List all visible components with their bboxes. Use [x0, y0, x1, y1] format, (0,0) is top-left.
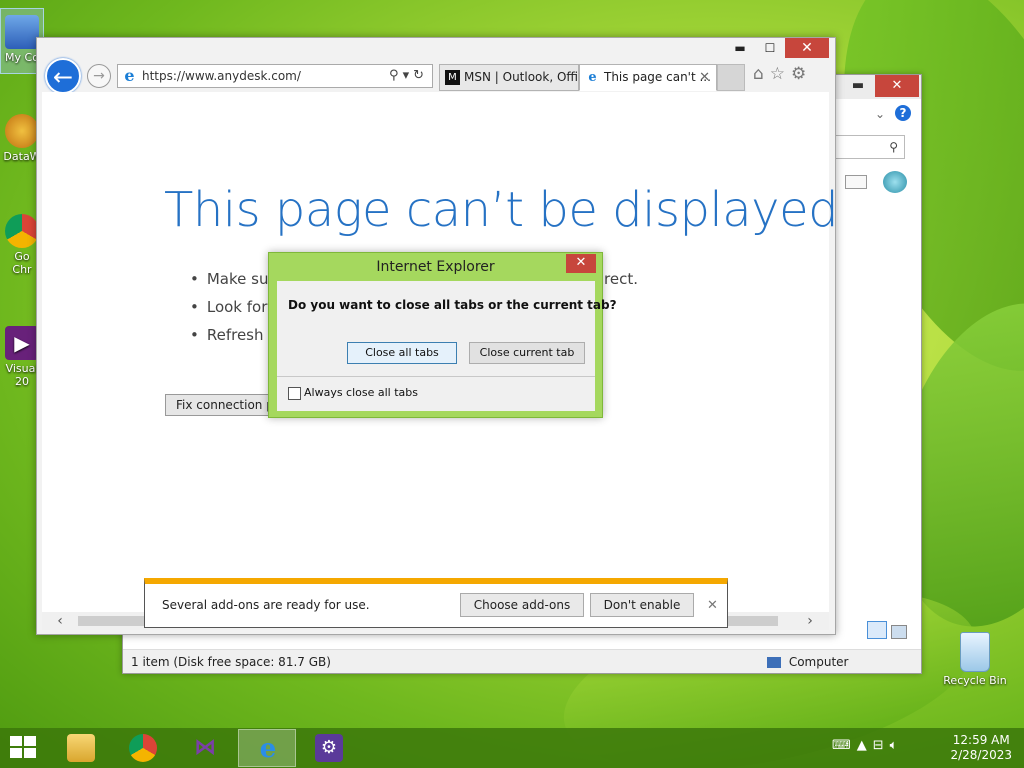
- dialog-question: Do you want to close all tabs or the cur…: [288, 298, 617, 312]
- datawave-icon: [5, 114, 39, 148]
- computer-icon: [5, 15, 39, 49]
- details-layout-icon[interactable]: [867, 621, 887, 639]
- minimize-button[interactable]: ▬: [725, 38, 755, 58]
- recycle-bin-icon: [960, 632, 990, 672]
- tab-this-page[interactable]: e This page can't ... ✕: [579, 64, 717, 91]
- computer-icon: [767, 657, 781, 668]
- favorites-star-icon[interactable]: ☆: [770, 64, 791, 84]
- dialog-title: Internet Explorer: [376, 259, 495, 275]
- windows-logo-icon: [24, 748, 36, 758]
- layout-buttons: [867, 621, 907, 642]
- address-url[interactable]: https://www.anydesk.com/: [142, 69, 301, 83]
- address-bar[interactable]: e https://www.anydesk.com/ ⚲▾↻: [117, 64, 433, 88]
- volume-icon[interactable]: 🔈︎: [890, 738, 904, 753]
- clock-date: 2/28/2023: [950, 748, 1012, 762]
- always-close-label[interactable]: Always close all tabs: [304, 386, 418, 399]
- view-icons: [843, 171, 913, 195]
- start-button[interactable]: [10, 736, 38, 760]
- taskbar-settings[interactable]: ⚙: [300, 729, 358, 767]
- taskbar-internet-explorer[interactable]: e: [238, 729, 296, 767]
- maximize-button[interactable]: ☐: [755, 38, 785, 58]
- divider: [277, 376, 595, 377]
- close-icon: ✕: [575, 255, 587, 270]
- ie-icon: e: [124, 66, 135, 85]
- visual-studio-icon: ⋈: [194, 735, 216, 760]
- taskbar-chrome[interactable]: [114, 729, 172, 767]
- scroll-right-icon[interactable]: ›: [800, 612, 820, 630]
- close-tab-icon[interactable]: ✕: [699, 65, 710, 90]
- forward-button[interactable]: →: [87, 64, 111, 88]
- home-icon[interactable]: ⌂: [753, 64, 770, 84]
- gear-icon[interactable]: ⚙: [791, 64, 812, 84]
- status-location-label: Computer: [788, 655, 849, 669]
- new-tab-button[interactable]: [717, 64, 745, 91]
- close-icon[interactable]: ✕: [707, 598, 718, 613]
- chrome-icon: [129, 734, 157, 762]
- search-icon[interactable]: ⚲: [389, 68, 403, 83]
- gear-icon: ⚙: [315, 734, 343, 762]
- scroll-left-icon[interactable]: ‹: [50, 612, 70, 630]
- windows-logo-icon: [10, 748, 22, 758]
- desktop-icon-recycle-bin[interactable]: Recycle Bin: [940, 632, 1010, 702]
- page-title: This page can’t be displayed: [164, 182, 839, 238]
- ie-icon: e: [588, 70, 597, 85]
- help-icon[interactable]: ?: [895, 105, 911, 121]
- clock-time: 12:59 AM: [952, 733, 1010, 747]
- taskbar-file-explorer[interactable]: [52, 729, 110, 767]
- forward-arrow-icon: →: [93, 68, 105, 84]
- list-item-tail: rect.: [604, 270, 638, 288]
- keyboard-icon[interactable]: ⌨: [832, 738, 857, 753]
- always-close-checkbox[interactable]: [288, 387, 301, 400]
- dialog-body: Do you want to close all tabs or the cur…: [277, 281, 617, 411]
- chevron-down-icon[interactable]: ▾: [403, 68, 414, 83]
- tab-label: This page can't ...: [604, 70, 711, 84]
- address-tools: ⚲▾↻: [389, 68, 428, 83]
- choose-addons-button[interactable]: Choose add-ons: [460, 593, 584, 617]
- windows-logo-icon: [10, 736, 22, 746]
- ie-icon: e: [259, 734, 277, 764]
- dialog-close-button[interactable]: ✕: [566, 254, 596, 273]
- tab-label: MSN | Outlook, Offi...: [464, 70, 579, 84]
- notification-message: Several add-ons are ready for use.: [162, 598, 370, 612]
- status-item-count: 1 item (Disk free space: 81.7 GB): [131, 655, 331, 669]
- close-button[interactable]: ✕: [785, 38, 829, 58]
- back-arrow-icon: ←: [52, 63, 74, 91]
- chevron-down-icon[interactable]: ⌄: [875, 107, 885, 121]
- taskbar: ⋈ e ⚙ ⌨▲⊟🔈︎ 12:59 AM 2/28/2023: [0, 728, 1024, 768]
- network-icon[interactable]: ⊟: [873, 738, 890, 753]
- tab-msn[interactable]: M MSN | Outlook, Offi...: [439, 64, 579, 91]
- chrome-icon: [5, 214, 39, 248]
- search-icon: ⚲: [889, 140, 898, 154]
- close-tabs-dialog[interactable]: Internet Explorer ✕ Do you want to close…: [268, 252, 617, 418]
- ie-toolbar-icons: ⌂☆⚙: [753, 64, 812, 84]
- addons-notification-bar: Several add-ons are ready for use. Choos…: [144, 578, 728, 628]
- minimize-button[interactable]: ▬: [843, 75, 873, 97]
- fix-connection-button[interactable]: Fix connection pro: [165, 394, 285, 416]
- clock[interactable]: 12:59 AM 2/28/2023: [950, 733, 1012, 763]
- globe-icon[interactable]: [883, 171, 907, 193]
- back-button[interactable]: ←: [45, 58, 81, 94]
- desktop-icon-label: Recycle Bin: [943, 674, 1007, 687]
- close-all-tabs-button[interactable]: Close all tabs: [347, 342, 457, 364]
- close-button[interactable]: ✕: [875, 75, 919, 97]
- system-tray: ⌨▲⊟🔈︎: [832, 738, 903, 753]
- close-current-tab-button[interactable]: Close current tab: [469, 342, 585, 364]
- dont-enable-button[interactable]: Don't enable: [590, 593, 694, 617]
- windows-logo-icon: [24, 736, 36, 746]
- large-icons-layout-icon[interactable]: [890, 625, 907, 639]
- ribbon-controls: ⌄ ?: [835, 103, 917, 127]
- details-view-icon[interactable]: [845, 175, 867, 189]
- msn-icon: M: [445, 70, 460, 85]
- show-hidden-icons-icon[interactable]: ▲: [857, 738, 873, 753]
- ie-caption-buttons: ▬ ☐ ✕: [725, 38, 829, 58]
- explorer-status-bar: 1 item (Disk free space: 81.7 GB) Comput…: [123, 649, 921, 673]
- taskbar-visual-studio[interactable]: ⋈: [176, 729, 234, 767]
- refresh-icon[interactable]: ↻: [413, 68, 428, 83]
- visual-studio-icon: ▶: [5, 326, 39, 360]
- folder-icon: [67, 734, 95, 762]
- search-input[interactable]: ⚲: [835, 135, 905, 159]
- status-location: Computer: [767, 650, 848, 674]
